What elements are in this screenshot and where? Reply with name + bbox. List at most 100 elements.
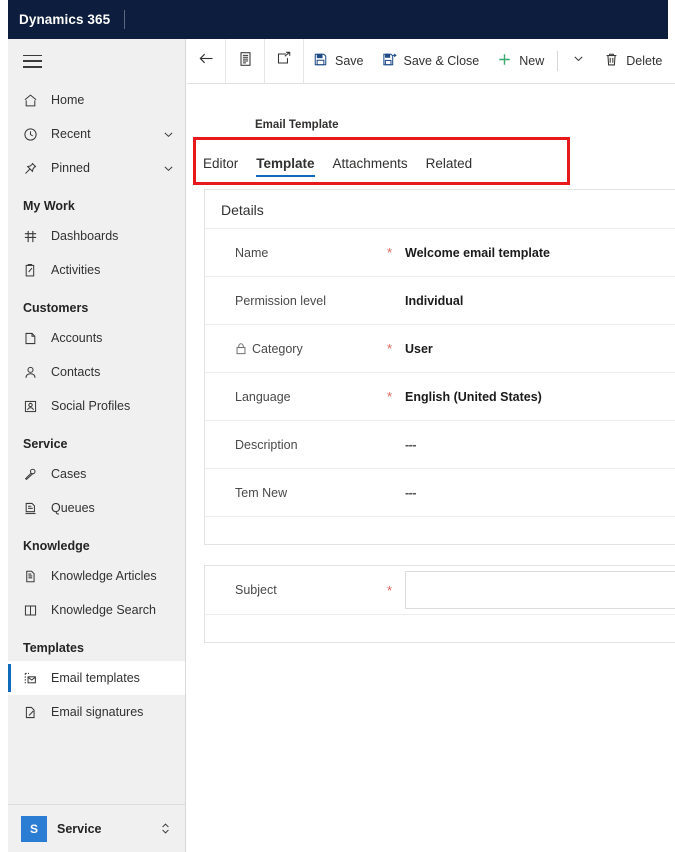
field-row-name: Name * Welcome email template: [205, 228, 675, 276]
field-value-category[interactable]: User: [405, 342, 433, 356]
sidebar-item-label: Knowledge Articles: [51, 569, 157, 583]
sidebar-item-label: Recent: [51, 127, 91, 141]
chevron-up-down-icon[interactable]: [159, 821, 172, 836]
required-marker: *: [387, 341, 393, 356]
save-close-icon: [382, 52, 397, 70]
sitemap-toggle-button[interactable]: [8, 39, 185, 83]
new-button[interactable]: New: [488, 39, 553, 83]
social-profile-icon: [23, 396, 45, 416]
required-marker: *: [387, 582, 393, 598]
sidebar-item-activities[interactable]: Activities: [8, 253, 185, 287]
sidebar-item-dashboards[interactable]: Dashboards: [8, 219, 185, 253]
entity-type-label: Email Template: [255, 119, 339, 131]
account-icon: [23, 328, 45, 348]
field-value-description[interactable]: ---: [405, 438, 417, 452]
pop-out-icon: [276, 51, 292, 71]
form-content-area: Email Template Editor Template Attachmen…: [187, 84, 675, 852]
field-value-tem-new[interactable]: ---: [405, 486, 417, 500]
dashboard-icon: [23, 226, 45, 246]
delete-button[interactable]: Delete: [595, 39, 671, 83]
queue-icon: [23, 498, 45, 518]
app-badge: S: [21, 815, 47, 842]
sidebar-item-accounts[interactable]: Accounts: [8, 321, 185, 355]
field-value-name[interactable]: Welcome email template: [405, 246, 550, 260]
form-selector-button[interactable]: [226, 39, 265, 83]
subject-input[interactable]: [405, 571, 675, 609]
hamburger-icon: [23, 54, 42, 68]
activities-icon: [23, 260, 45, 280]
app-brand-title: Dynamics 365: [19, 12, 111, 27]
field-label-wrapper: Category: [235, 342, 387, 356]
subject-card: Subject *: [204, 565, 675, 643]
book-icon: [23, 600, 45, 620]
sidebar-item-label: Email signatures: [51, 705, 144, 719]
field-row-permission-level: Permission level Individual: [205, 276, 675, 324]
sidebar-item-contacts[interactable]: Contacts: [8, 355, 185, 389]
field-label: Category: [252, 341, 303, 356]
save-disk-icon: [313, 52, 328, 70]
save-button[interactable]: Save: [304, 39, 373, 83]
sidebar-item-recent[interactable]: Recent: [8, 117, 185, 151]
lock-icon: [235, 342, 247, 355]
sidebar-item-label: Pinned: [51, 161, 90, 175]
field-row-language: Language * English (United States): [205, 372, 675, 420]
field-value-permission-level[interactable]: Individual: [405, 294, 463, 308]
sidebar-item-knowledge-search[interactable]: Knowledge Search: [8, 593, 185, 627]
field-label: Tem New: [235, 485, 288, 500]
delete-button-label: Delete: [626, 54, 663, 68]
sidebar-item-pinned[interactable]: Pinned: [8, 151, 185, 185]
chevron-down-icon[interactable]: [162, 128, 175, 141]
sidebar-item-label: Queues: [51, 501, 95, 515]
tab-attachments[interactable]: Attachments: [333, 156, 408, 177]
details-card-footer-spacer: [205, 516, 675, 544]
case-icon: [23, 464, 45, 484]
sidebar-item-email-templates[interactable]: Email templates: [8, 661, 185, 695]
tab-related[interactable]: Related: [426, 156, 473, 177]
field-row-description: Description ---: [205, 420, 675, 468]
tab-editor[interactable]: Editor: [203, 156, 238, 177]
trash-icon: [604, 52, 619, 70]
back-button[interactable]: [187, 39, 226, 83]
sidebar-item-label: Knowledge Search: [51, 603, 156, 617]
contact-icon: [23, 362, 45, 382]
new-button-label: New: [519, 54, 545, 68]
top-app-bar: Dynamics 365: [8, 0, 668, 39]
field-label: Subject: [235, 583, 277, 597]
sidebar-item-label: Dashboards: [51, 229, 119, 243]
sidebar-item-email-signatures[interactable]: Email signatures: [8, 695, 185, 729]
chevron-down-icon[interactable]: [162, 162, 175, 175]
sidebar-item-social-profiles[interactable]: Social Profiles: [8, 389, 185, 423]
app-root: Dynamics 365 Home Recent Pinned My Work …: [0, 0, 675, 852]
sidebar-item-label: Email templates: [51, 671, 140, 685]
required-marker: *: [387, 245, 393, 260]
app-switcher[interactable]: S Service: [8, 804, 185, 852]
form-tab-strip: Editor Template Attachments Related: [187, 139, 675, 177]
field-label: Name: [235, 245, 269, 260]
sidebar-group-customers: Customers: [23, 301, 89, 315]
form-icon: [238, 51, 253, 72]
plus-icon: [497, 52, 512, 70]
sidebar-group-templates: Templates: [23, 641, 84, 655]
sidebar-item-label: Accounts: [51, 331, 103, 345]
home-icon: [23, 90, 45, 110]
field-row-category: Category * User: [205, 324, 675, 372]
field-value-language[interactable]: English (United States): [405, 390, 542, 404]
email-template-icon: [23, 668, 45, 688]
sidebar-group-my-work: My Work: [23, 199, 75, 213]
pop-out-button[interactable]: [265, 39, 304, 83]
brand-divider: [124, 10, 126, 29]
field-label: Language: [235, 389, 291, 404]
save-and-close-label: Save & Close: [403, 54, 480, 68]
article-icon: [23, 566, 45, 586]
sidebar-group-service: Service: [23, 437, 68, 451]
save-and-close-button[interactable]: Save & Close: [373, 39, 489, 83]
sidebar-item-home[interactable]: Home: [8, 83, 185, 117]
save-button-label: Save: [335, 54, 364, 68]
tab-template[interactable]: Template: [256, 156, 315, 177]
sidebar-item-cases[interactable]: Cases: [8, 457, 185, 491]
overflow-button[interactable]: [562, 39, 595, 83]
sidebar-item-queues[interactable]: Queues: [8, 491, 185, 525]
sidebar-group-knowledge: Knowledge: [23, 539, 90, 553]
sidebar-item-knowledge-articles[interactable]: Knowledge Articles: [8, 559, 185, 593]
command-separator: [557, 51, 559, 71]
